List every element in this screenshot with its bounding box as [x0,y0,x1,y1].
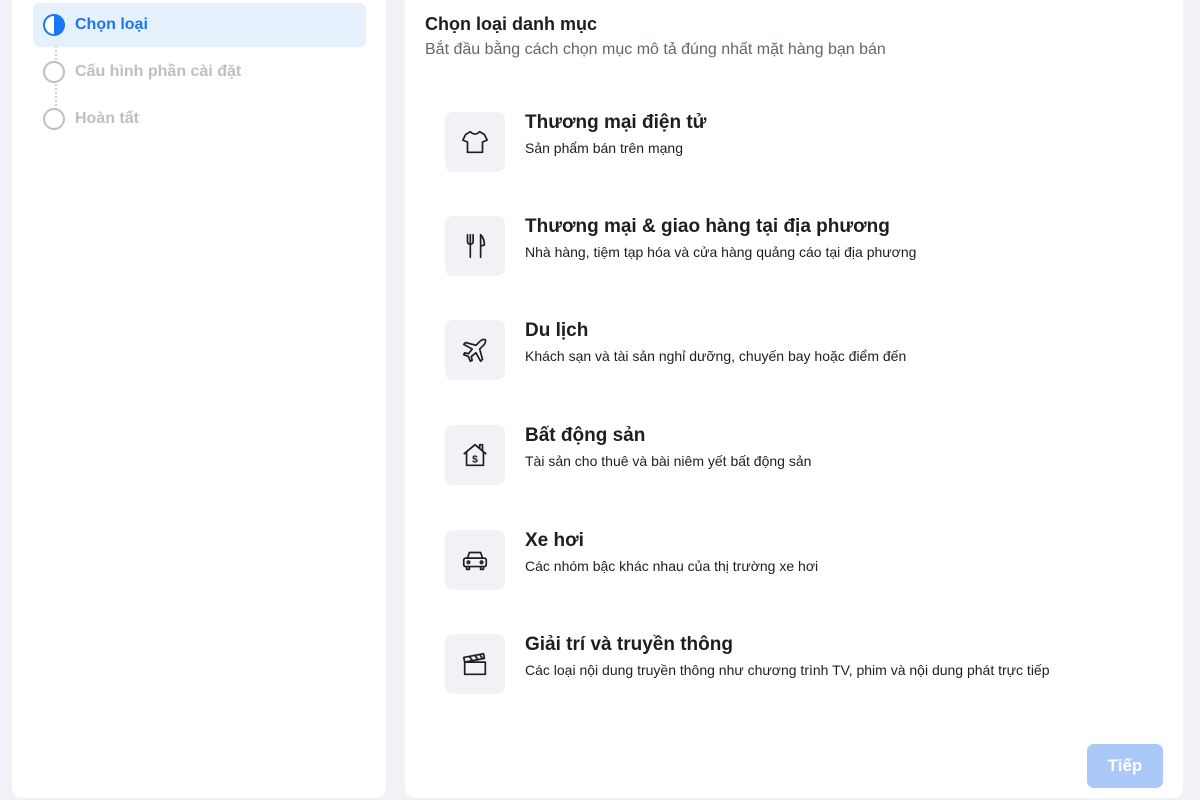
category-real-estate[interactable]: $ Bất động sản Tài sản cho thuê và bài n… [445,425,1145,487]
step-label: Hoàn tất [75,110,139,127]
step-label: Cấu hình phần cài đặt [75,63,242,80]
category-description: Sản phẩm bán trên mạng [525,140,683,156]
category-title: Du lịch [525,320,589,341]
step-label: Chọn loại [75,16,148,33]
category-description: Các nhóm bậc khác nhau của thị trường xe… [525,558,819,574]
category-local-commerce[interactable]: Thương mại & giao hàng tại địa phương Nh… [445,216,1145,278]
airplane-icon [445,320,505,380]
stepper-panel: Chọn loại Cấu hình phần cài đặt Hoàn tất [12,0,386,798]
category-description: Nhà hàng, tiệm tạp hóa và cửa hàng quảng… [525,244,917,260]
step-choose-type[interactable]: Chọn loại [33,3,366,47]
page-subtitle: Bắt đầu bằng cách chọn mục mô tả đúng nh… [425,41,886,58]
shirt-icon [445,112,505,172]
clapperboard-icon [445,634,505,694]
fork-knife-icon [445,216,505,276]
next-button[interactable]: Tiếp [1087,744,1163,788]
category-entertainment-media[interactable]: Giải trí và truyền thông Các loại nội du… [445,634,1145,696]
category-title: Giải trí và truyền thông [525,634,733,655]
category-title: Thương mại điện tử [525,112,707,133]
category-automotive[interactable]: Xe hơi Các nhóm bậc khác nhau của thị tr… [445,530,1145,592]
empty-circle-icon [43,61,65,83]
category-description: Các loại nội dung truyền thông như chươn… [525,662,1050,678]
car-icon [445,530,505,590]
step-finish: Hoàn tất [33,97,366,141]
step-configure-settings: Cấu hình phần cài đặt [33,50,366,94]
category-title: Bất động sản [525,425,646,446]
category-panel: Chọn loại danh mục Bắt đầu bằng cách chọ… [405,0,1183,798]
svg-text:$: $ [472,455,478,466]
category-description: Tài sản cho thuê và bài niêm yết bất độn… [525,453,812,469]
category-ecommerce[interactable]: Thương mại điện tử Sản phẩm bán trên mạn… [445,112,1145,174]
category-title: Thương mại & giao hàng tại địa phương [525,216,890,237]
page-title: Chọn loại danh mục [425,14,598,34]
category-title: Xe hơi [525,530,584,551]
empty-circle-icon [43,108,65,130]
half-filled-circle-icon [43,14,65,36]
category-description: Khách sạn và tài sản nghỉ dưỡng, chuyến … [525,348,907,364]
category-travel[interactable]: Du lịch Khách sạn và tài sản nghỉ dưỡng,… [445,320,1145,382]
house-dollar-icon: $ [445,425,505,485]
